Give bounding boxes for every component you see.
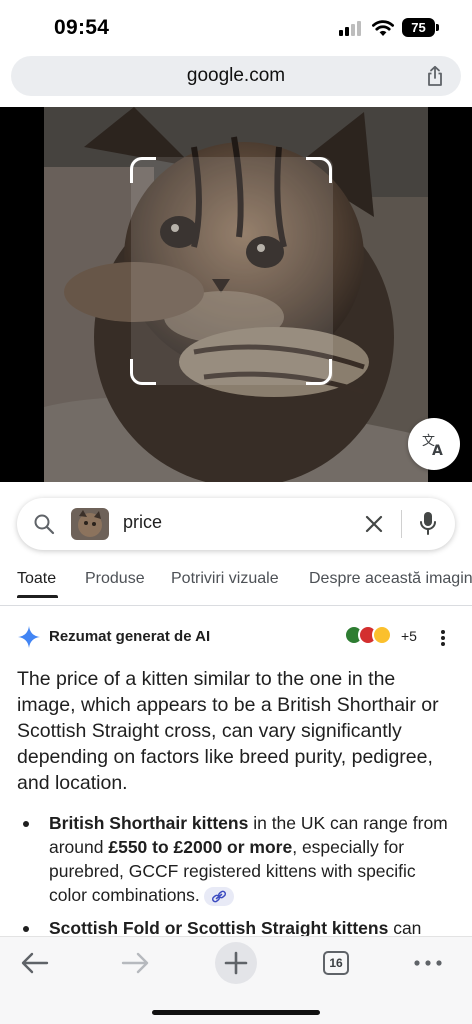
tab-produse[interactable]: Produse [85, 570, 145, 588]
address-bar[interactable]: google.com [11, 56, 461, 96]
svg-text:A: A [432, 443, 443, 457]
ai-overview-paragraph: The price of a kitten similar to the one… [17, 668, 439, 794]
crop-handle-bottom-left[interactable] [130, 359, 156, 385]
clear-icon[interactable] [363, 513, 385, 535]
bullet-point [23, 821, 29, 827]
translate-button[interactable]: 文 A [408, 418, 460, 470]
crop-handle-bottom-right[interactable] [306, 359, 332, 385]
tab-potriviri-vizuale[interactable]: Potriviri vizuale [171, 570, 279, 588]
bullet-bold-text: £550 to £2000 or more [108, 837, 293, 857]
more-options-icon[interactable] [440, 629, 446, 647]
image-viewer[interactable]: 文 A [0, 107, 472, 482]
back-arrow-icon[interactable] [20, 951, 50, 975]
bullet-bold-text: Scottish Fold or Scottish Straight kitte… [49, 918, 389, 938]
result-tabs: Toate Produse Potriviri vizuale Despre a… [0, 560, 472, 606]
link-icon [211, 890, 226, 903]
url-text[interactable]: google.com [11, 65, 461, 87]
tab-toate[interactable]: Toate [17, 570, 56, 588]
divider [401, 510, 402, 538]
bullet-bold-text: British Shorthair kittens [49, 813, 249, 833]
bullet-point [23, 926, 29, 932]
menu-dots-icon[interactable] [414, 960, 442, 966]
battery-tip [436, 24, 439, 31]
active-tab-indicator [17, 595, 58, 598]
tab-switcher-button[interactable]: 16 [323, 951, 349, 975]
wifi-icon [372, 20, 394, 36]
image-thumbnail[interactable] [71, 508, 109, 540]
status-bar: 09:54 75 [0, 0, 472, 56]
more-sources-count[interactable]: +5 [401, 628, 417, 644]
crop-handle-top-left[interactable] [130, 157, 156, 183]
microphone-icon[interactable] [418, 511, 438, 537]
status-time: 09:54 [54, 16, 110, 39]
browser-window: 09:54 75 google.com 文 A price Toate Prod… [0, 0, 472, 1024]
ai-overview-bullet: British Shorthair kittens in the UK can … [49, 811, 449, 907]
search-icon [34, 514, 55, 535]
search-box[interactable]: price [17, 498, 455, 550]
source-link-chip[interactable] [203, 886, 234, 906]
search-query[interactable]: price [123, 512, 162, 533]
crop-handle-top-right[interactable] [306, 157, 332, 183]
battery-icon: 75 [402, 18, 435, 37]
sparkle-icon [18, 626, 40, 648]
share-icon[interactable] [424, 65, 446, 87]
ai-overview-header: Rezumat generat de AI +5 [0, 618, 472, 654]
bottom-toolbar: 16 [0, 936, 472, 1024]
home-indicator [152, 1010, 320, 1015]
forward-arrow-icon[interactable] [120, 951, 150, 975]
plus-icon [224, 951, 248, 975]
translate-icon: 文 A [422, 434, 443, 457]
cellular-signal-icon [339, 20, 365, 36]
source-favicon[interactable] [372, 625, 392, 645]
tab-despre-imagine[interactable]: Despre această imagine [309, 570, 472, 588]
crop-selection[interactable] [130, 157, 332, 385]
bullet-text: can [388, 918, 422, 938]
source-favicons[interactable] [344, 625, 400, 647]
ai-overview-title: Rezumat generat de AI [49, 628, 211, 645]
new-tab-button[interactable] [215, 942, 257, 984]
